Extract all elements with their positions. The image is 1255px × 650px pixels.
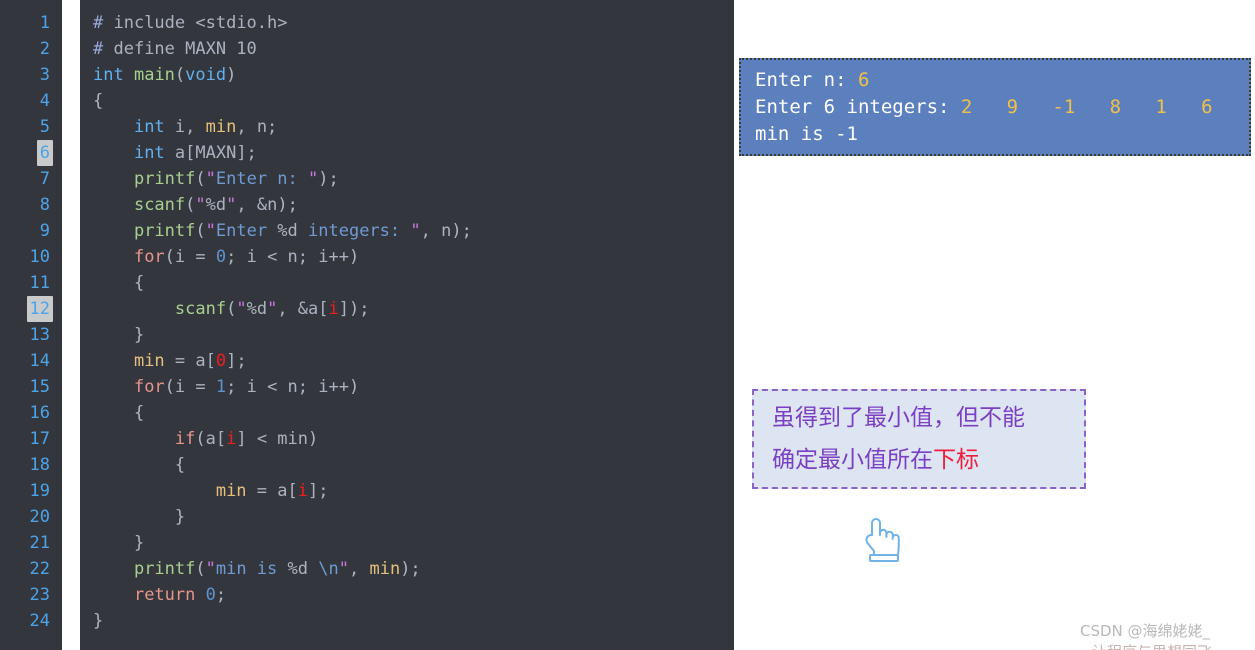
watermark-secondary-text: 让程序与思想同飞	[1092, 641, 1212, 650]
line-number[interactable]: 5	[0, 114, 62, 140]
line-number[interactable]: 11	[0, 270, 62, 296]
line-number[interactable]: 15	[0, 374, 62, 400]
output-line-1: Enter n: 6	[755, 67, 1249, 94]
code-line[interactable]: for(i = 1; i < n; i++)	[80, 374, 734, 400]
line-number-highlighted[interactable]: 12	[0, 296, 62, 322]
code-content-area[interactable]: # include <stdio.h> # define MAXN 10 int…	[80, 0, 734, 650]
code-line[interactable]: int i, min, n;	[80, 114, 734, 140]
code-line[interactable]: }	[80, 504, 734, 530]
code-line[interactable]: # include <stdio.h>	[80, 10, 734, 36]
watermark-text: CSDN @海绵姥姥_	[1080, 622, 1211, 640]
callout-line-1: 虽得到了最小值，但不能	[772, 405, 1025, 431]
code-line[interactable]: # define MAXN 10	[80, 36, 734, 62]
code-line[interactable]: }	[80, 530, 734, 556]
callout-emphasis: 下标	[933, 447, 979, 473]
line-number[interactable]: 10	[0, 244, 62, 270]
code-line[interactable]: if(a[i] < min)	[80, 426, 734, 452]
code-line[interactable]: min = a[0];	[80, 348, 734, 374]
output-prompt: Enter 6 integers:	[755, 96, 961, 118]
code-line[interactable]: }	[80, 608, 734, 634]
line-number[interactable]: 22	[0, 556, 62, 582]
line-number[interactable]: 16	[0, 400, 62, 426]
code-line[interactable]: {	[80, 270, 734, 296]
callout-line-2-text: 确定最小值所在	[772, 447, 933, 473]
line-number-gutter: 1 2 3 4 5 6 7 8 9 10 11 12 13 14 15 16 1…	[0, 0, 62, 650]
callout-line-2: 确定最小值所在下标	[772, 439, 1084, 481]
line-number[interactable]: 20	[0, 504, 62, 530]
code-line[interactable]: return 0;	[80, 582, 734, 608]
output-line-2: Enter 6 integers: 2 9 -1 8 1 6	[755, 94, 1249, 121]
code-line[interactable]: int main(void)	[80, 62, 734, 88]
code-line[interactable]: scanf("%d", &n);	[80, 192, 734, 218]
code-line[interactable]: }	[80, 322, 734, 348]
line-number[interactable]: 8	[0, 192, 62, 218]
output-prompt: Enter n:	[755, 69, 858, 91]
line-number[interactable]: 2	[0, 36, 62, 62]
gutter-separator	[62, 0, 80, 650]
line-number[interactable]: 24	[0, 608, 62, 634]
code-line[interactable]: int a[MAXN];	[80, 140, 734, 166]
line-number[interactable]: 13	[0, 322, 62, 348]
output-result: min is -1	[755, 123, 858, 145]
user-input-value: 6	[857, 69, 870, 91]
line-number[interactable]: 19	[0, 478, 62, 504]
line-number[interactable]: 9	[0, 218, 62, 244]
code-line[interactable]: printf("min is %d \n", min);	[80, 556, 734, 582]
line-number[interactable]: 4	[0, 88, 62, 114]
pointing-up-hand-icon	[858, 513, 906, 565]
line-number[interactable]: 18	[0, 452, 62, 478]
line-number-highlighted[interactable]: 6	[0, 140, 62, 166]
output-line-3: min is -1	[755, 121, 1249, 148]
code-line[interactable]: printf("Enter n: ");	[80, 166, 734, 192]
line-number[interactable]: 7	[0, 166, 62, 192]
line-number[interactable]: 21	[0, 530, 62, 556]
code-editor[interactable]: 1 2 3 4 5 6 7 8 9 10 11 12 13 14 15 16 1…	[0, 0, 734, 650]
code-line[interactable]: {	[80, 452, 734, 478]
line-number[interactable]: 3	[0, 62, 62, 88]
code-line[interactable]: {	[80, 400, 734, 426]
code-line[interactable]: min = a[i];	[80, 478, 734, 504]
user-input-values: 2 9 -1 8 1 6	[960, 96, 1213, 118]
line-number[interactable]: 1	[0, 10, 62, 36]
code-line[interactable]: printf("Enter %d integers: ", n);	[80, 218, 734, 244]
line-number[interactable]: 23	[0, 582, 62, 608]
code-line[interactable]: {	[80, 88, 734, 114]
code-line[interactable]: for(i = 0; i < n; i++)	[80, 244, 734, 270]
annotation-callout: 虽得到了最小值，但不能 确定最小值所在下标	[752, 389, 1086, 489]
line-number[interactable]: 14	[0, 348, 62, 374]
program-output-panel: Enter n: 6 Enter 6 integers: 2 9 -1 8 1 …	[739, 58, 1251, 156]
line-number[interactable]: 17	[0, 426, 62, 452]
code-line[interactable]: scanf("%d", &a[i]);	[80, 296, 734, 322]
